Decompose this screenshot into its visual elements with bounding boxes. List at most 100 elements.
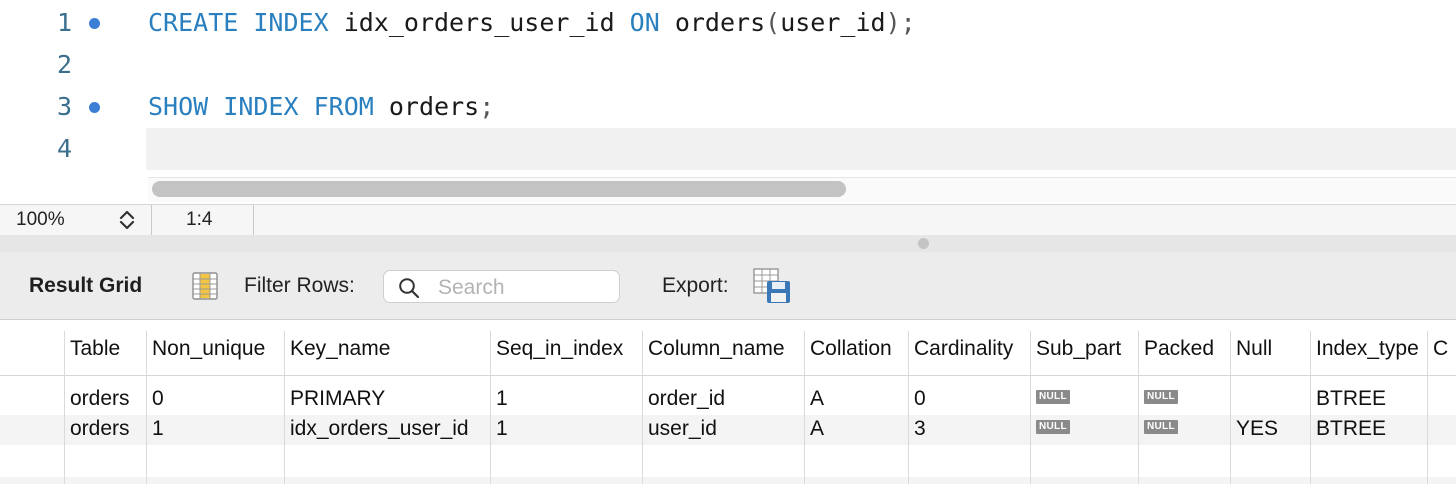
grid-cell[interactable]: orders (65, 376, 147, 416)
grid-cell[interactable]: orders (65, 415, 147, 445)
grid-cell[interactable]: idx_orders_user_id (285, 415, 491, 445)
column-header[interactable]: Table (65, 320, 147, 375)
cursor-position: 1:4 (186, 209, 213, 230)
line-number: 2 (56, 50, 72, 79)
line-gutter[interactable]: 1 (0, 2, 146, 44)
column-header[interactable]: Seq_in_index (491, 320, 643, 375)
filter-search-input[interactable] (436, 273, 615, 302)
grid-cell[interactable]: order_id (643, 376, 805, 416)
column-divider (64, 331, 65, 484)
column-header[interactable]: Key_name (285, 320, 491, 375)
line-gutter[interactable]: 3 (0, 86, 146, 128)
result-grid-toggle-icon[interactable] (191, 272, 219, 300)
editor-line[interactable]: 4 (0, 128, 1456, 170)
grid-cell[interactable]: user_id (643, 415, 805, 445)
result-grid-tab[interactable]: Result Grid (29, 252, 142, 319)
status-divider (253, 205, 254, 235)
sql-keyword: INDEX (253, 8, 329, 37)
sql-token: orders (659, 8, 766, 37)
code-text[interactable]: SHOW INDEX FROM orders; (148, 86, 494, 128)
column-header[interactable]: Cardinality (909, 320, 1031, 375)
panel-splitter[interactable] (0, 235, 1456, 252)
row-selector[interactable] (0, 415, 65, 445)
column-divider (1230, 331, 1231, 484)
column-header[interactable]: Non_unique (147, 320, 285, 375)
column-header[interactable]: Sub_part (1031, 320, 1139, 375)
zoom-stepper-icon[interactable] (117, 209, 137, 231)
grid-cell-null[interactable]: NULL (1031, 415, 1139, 445)
column-divider (804, 331, 805, 484)
export-label: Export: (662, 274, 729, 297)
sql-keyword: INDEX (223, 92, 299, 121)
sql-keyword: ON (629, 8, 660, 37)
grid-cell[interactable]: 0 (147, 376, 285, 416)
column-header[interactable]: Column_name (643, 320, 805, 375)
column-header[interactable]: C (1428, 320, 1456, 375)
grid-cell[interactable]: A (805, 376, 909, 416)
sql-keyword: FROM (313, 92, 374, 121)
sql-editor[interactable]: 1 CREATE INDEX idx_orders_user_id ON orde… (0, 0, 1456, 205)
row-selector[interactable] (0, 376, 65, 416)
grid-cell[interactable]: 3 (909, 415, 1031, 445)
column-divider (1138, 331, 1139, 484)
grid-cell[interactable]: BTREE (1311, 376, 1428, 416)
grid-cell-null[interactable]: NULL (1139, 376, 1231, 416)
grid-cell-null[interactable]: NULL (1139, 415, 1231, 445)
line-gutter[interactable]: 4 (0, 128, 146, 170)
grid-cell[interactable]: 0 (909, 376, 1031, 416)
column-divider (146, 331, 147, 484)
sql-keyword: CREATE (148, 8, 239, 37)
sql-token: user_id (780, 8, 886, 37)
code-text[interactable]: CREATE INDEX idx_orders_user_id ON order… (148, 2, 916, 44)
filter-search-box[interactable] (383, 270, 620, 303)
editor-line[interactable]: 1 CREATE INDEX idx_orders_user_id ON orde… (0, 2, 1456, 44)
grid-cell[interactable] (1231, 376, 1311, 416)
column-divider (1427, 331, 1428, 484)
grid-cell[interactable] (1428, 376, 1456, 416)
result-grid: Table Non_unique Key_name Seq_in_index Colum… (0, 320, 1456, 484)
grid-cell[interactable]: 1 (491, 415, 643, 445)
sql-token: orders (373, 92, 480, 121)
statement-marker-icon (89, 18, 100, 29)
table-row[interactable]: orders 1 idx_orders_user_id 1 user_id A 3 NULL N… (0, 415, 1456, 445)
row-selector-header[interactable] (0, 320, 65, 375)
editor-status-bar: 100% 1:4 (0, 204, 1456, 236)
null-badge: NULL (1036, 390, 1070, 405)
grid-header-row: Table Non_unique Key_name Seq_in_index Colum… (0, 320, 1456, 375)
grid-cell[interactable]: BTREE (1311, 415, 1428, 445)
grid-cell[interactable]: A (805, 415, 909, 445)
column-header[interactable]: Collation (805, 320, 909, 375)
sql-keyword: SHOW (148, 92, 209, 121)
editor-line[interactable]: 3 SHOW INDEX FROM orders; (0, 86, 1456, 128)
line-gutter[interactable]: 2 (0, 44, 146, 86)
grid-cell-null[interactable]: NULL (1031, 376, 1139, 416)
search-icon (398, 277, 420, 299)
null-badge: NULL (1036, 420, 1070, 435)
editor-line[interactable]: 2 (0, 44, 1456, 86)
grid-cell[interactable] (1428, 415, 1456, 445)
export-icon[interactable] (753, 268, 791, 304)
empty-row (0, 477, 1456, 484)
column-divider (1030, 331, 1031, 484)
sql-token: ( (765, 8, 781, 37)
sql-token: ; (479, 92, 495, 121)
splitter-handle-icon[interactable] (918, 238, 929, 249)
line-number: 4 (56, 134, 72, 163)
column-header[interactable]: Packed (1139, 320, 1231, 375)
sql-token: idx_orders_user_id (328, 8, 630, 37)
column-header[interactable]: Null (1231, 320, 1311, 375)
grid-cell[interactable]: 1 (491, 376, 643, 416)
status-divider (151, 205, 152, 235)
grid-cell[interactable]: YES (1231, 415, 1311, 445)
line-number: 3 (56, 92, 72, 121)
table-row[interactable]: orders 0 PRIMARY 1 order_id A 0 NULL NULL BTREE (0, 375, 1456, 416)
column-divider (908, 331, 909, 484)
editor-scrollbar-thumb[interactable] (152, 181, 846, 197)
grid-cell[interactable]: 1 (147, 415, 285, 445)
zoom-level: 100% (16, 209, 65, 230)
column-header[interactable]: Index_type (1311, 320, 1428, 375)
line-number: 1 (56, 8, 72, 37)
grid-cell[interactable]: PRIMARY (285, 376, 491, 416)
